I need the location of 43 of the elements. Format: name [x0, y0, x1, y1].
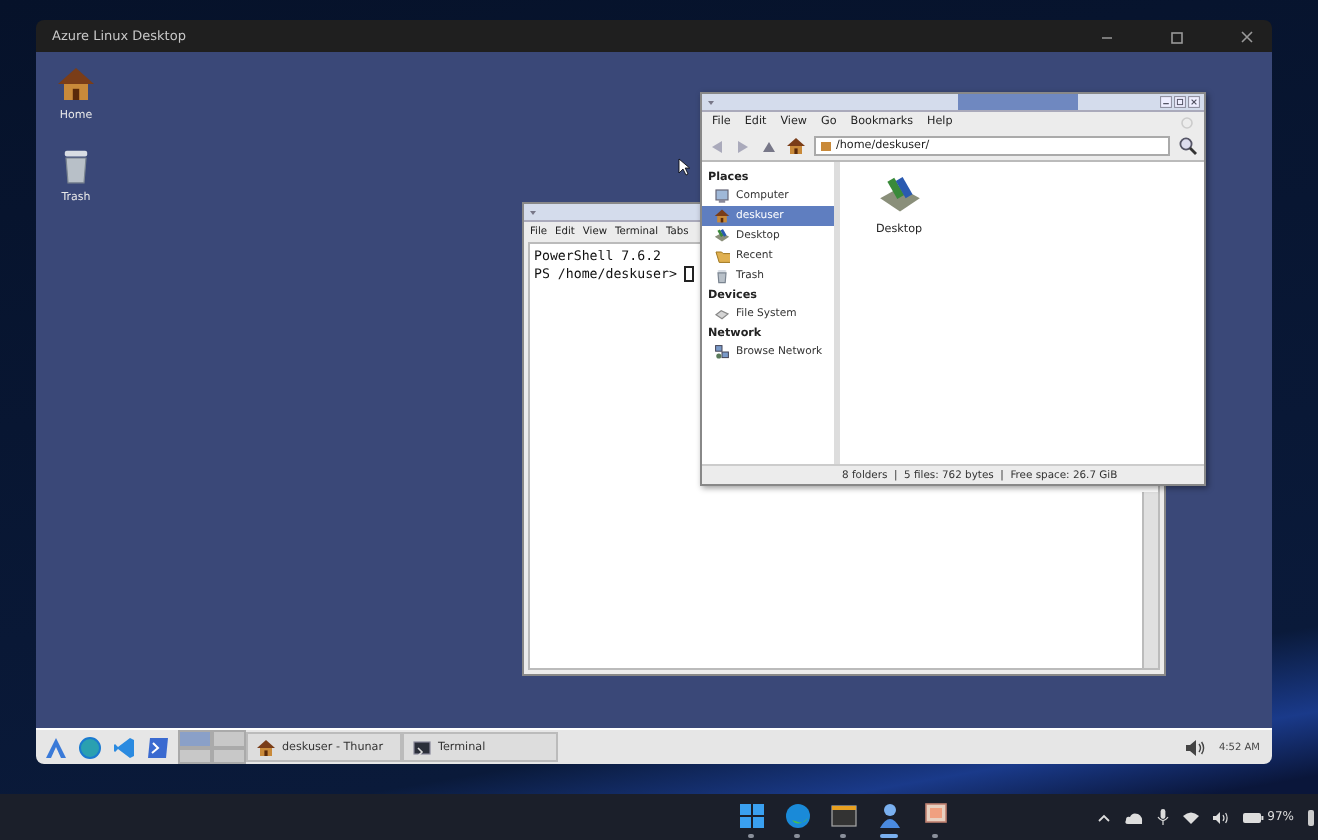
- drive-icon: [714, 306, 730, 322]
- scrollbar[interactable]: [1142, 492, 1158, 668]
- notification-icon[interactable]: [1306, 807, 1314, 827]
- speaker-icon[interactable]: [1211, 809, 1230, 825]
- microphone-icon[interactable]: [1155, 808, 1170, 826]
- mouse-pointer-icon: [678, 158, 690, 176]
- minimize-icon[interactable]: [1160, 96, 1172, 108]
- close-icon[interactable]: [1238, 27, 1256, 45]
- window-menu-icon[interactable]: [706, 97, 716, 107]
- globe-icon[interactable]: [78, 735, 102, 759]
- cloud-icon[interactable]: [1123, 809, 1144, 825]
- computer-icon: [714, 188, 730, 204]
- spinner-icon: [1180, 116, 1194, 130]
- title-bar-highlight: [958, 94, 1078, 110]
- text-cursor: [684, 266, 695, 282]
- workspace-switcher[interactable]: [178, 730, 246, 764]
- folder-icon: [714, 248, 730, 264]
- house-icon[interactable]: [786, 136, 806, 156]
- restore-icon[interactable]: [1168, 27, 1186, 45]
- house-icon: [714, 208, 730, 224]
- zoom-icon[interactable]: [1178, 136, 1198, 156]
- battery-icon[interactable]: [1241, 811, 1264, 823]
- desktop-folder-icon: [714, 228, 730, 244]
- folder-icon: [820, 140, 832, 152]
- person-icon[interactable]: [875, 802, 904, 830]
- speaker-icon[interactable]: [1184, 737, 1207, 757]
- browser-icon[interactable]: [783, 802, 812, 830]
- maximize-icon[interactable]: [1174, 96, 1186, 108]
- network-icon: [714, 344, 730, 360]
- chevron-up-icon[interactable]: [1095, 809, 1112, 825]
- wifi-icon[interactable]: [1181, 809, 1200, 825]
- shell-prompt-icon[interactable]: [146, 735, 170, 759]
- terminal-icon[interactable]: [829, 802, 858, 830]
- trash-can-icon: [714, 268, 730, 284]
- close-icon[interactable]: [1188, 96, 1200, 108]
- four-squares-icon[interactable]: [737, 802, 766, 830]
- window-menu-icon[interactable]: [528, 207, 538, 217]
- code-editor-icon[interactable]: [112, 735, 136, 759]
- terminal-icon: [412, 737, 432, 757]
- house-icon[interactable]: [56, 64, 96, 104]
- house-icon: [256, 737, 276, 757]
- up-arrow-icon[interactable]: [760, 137, 778, 155]
- letter-a-icon[interactable]: [44, 735, 68, 759]
